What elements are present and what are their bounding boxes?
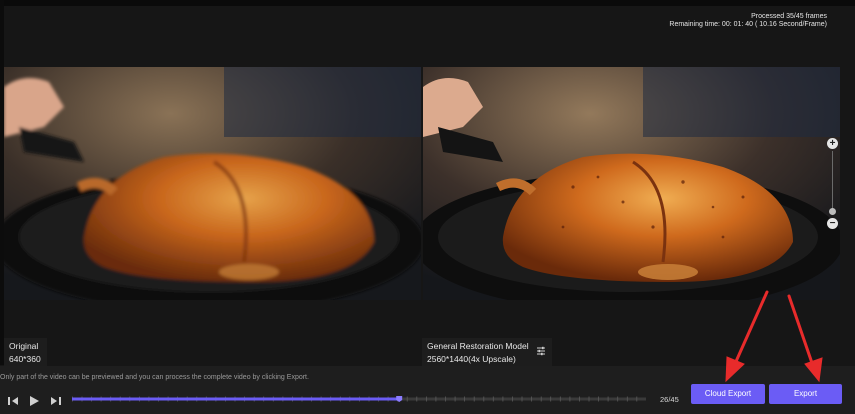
- timeline-tick: [569, 396, 571, 402]
- original-resolution: 640*360: [9, 354, 41, 364]
- timeline-tick: [626, 396, 628, 402]
- timeline-tick: [512, 396, 513, 402]
- processed-frames-text: Processed 35/45 frames: [751, 13, 827, 20]
- timeline-tick: [483, 396, 485, 402]
- adjust-settings-icon[interactable]: [536, 346, 546, 356]
- timeline-tick: [588, 396, 590, 402]
- zoom-track[interactable]: [832, 151, 833, 213]
- zoom-slider-handle[interactable]: [829, 208, 836, 215]
- model-resolution: 2560*1440(4x Upscale): [427, 354, 516, 364]
- timeline-tick: [502, 396, 504, 402]
- timeline-tick: [454, 396, 456, 402]
- model-label: General Restoration Model 2560*1440(4x U…: [422, 338, 552, 368]
- timeline-tick: [426, 396, 427, 402]
- play-icon[interactable]: [27, 394, 41, 408]
- zoom-in-icon[interactable]: +: [827, 138, 838, 149]
- timeline-tick: [636, 396, 638, 402]
- processing-status: Processed 35/45 frames Remaining time: 0…: [669, 13, 827, 29]
- top-bar: [0, 0, 855, 6]
- timeline-tick: [445, 396, 446, 402]
- timeline-tick: [550, 396, 552, 402]
- timeline-tick: [617, 396, 619, 402]
- timeline-tick: [531, 396, 532, 402]
- timeline-tick: [492, 396, 494, 402]
- zoom-control: + −: [827, 138, 839, 229]
- original-preview: [4, 67, 421, 300]
- bottom-control-bar: Only part of the video can be previewed …: [0, 366, 855, 414]
- original-title: Original: [9, 341, 39, 351]
- timeline-tick: [416, 396, 418, 402]
- annotation-arrow-cloud-export: [732, 290, 769, 368]
- timeline-tick: [579, 396, 580, 402]
- cloud-export-button[interactable]: Cloud Export: [691, 384, 765, 404]
- previous-frame-icon[interactable]: [6, 394, 20, 408]
- original-label: Original 640*360: [4, 338, 47, 368]
- enhanced-preview: [423, 67, 840, 300]
- timeline-tick: [435, 396, 437, 402]
- preview-hint-text: Only part of the video can be previewed …: [0, 374, 309, 381]
- timeline-playhead[interactable]: [396, 396, 403, 402]
- zoom-out-icon[interactable]: −: [827, 218, 838, 229]
- timeline-tick: [598, 396, 599, 402]
- timeline-tick: [464, 396, 465, 402]
- next-frame-icon[interactable]: [49, 394, 63, 408]
- annotation-arrow-export: [787, 294, 815, 368]
- timeline-tick: [406, 396, 408, 402]
- timeline-tick: [540, 396, 542, 402]
- export-button[interactable]: Export: [769, 384, 842, 404]
- timeline-tick: [521, 396, 523, 402]
- timeline-tick: [559, 396, 561, 402]
- enhanced-frame-image: [423, 67, 840, 300]
- remaining-time-text: Remaining time: 00: 01: 40 ( 10.16 Secon…: [669, 21, 827, 28]
- original-frame-image: [4, 67, 421, 300]
- timeline-tick: [473, 396, 475, 402]
- timeline-progress: [72, 397, 400, 401]
- timeline-tick: [607, 396, 609, 402]
- model-title: General Restoration Model: [427, 341, 529, 351]
- frame-counter: 26/45: [660, 395, 679, 404]
- timeline-scrubber[interactable]: [72, 396, 646, 402]
